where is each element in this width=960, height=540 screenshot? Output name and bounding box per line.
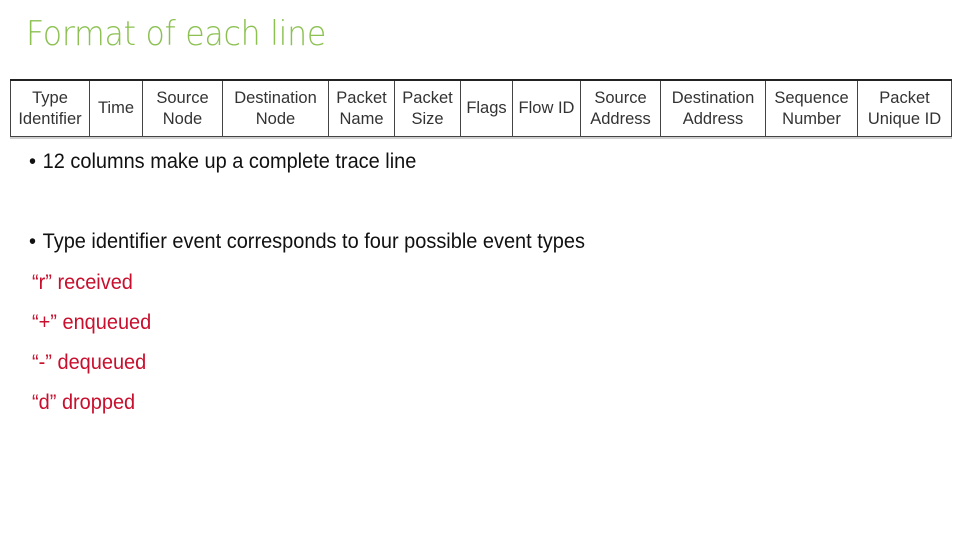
column-source-node: Source Node	[142, 79, 223, 137]
column-type-identifier: Type Identifier	[10, 79, 90, 137]
trace-format-header-row: Type Identifier Time Source Node Destinati…	[10, 79, 952, 137]
column-flow-id: Flow ID	[512, 79, 581, 137]
bullet-icon: •	[29, 230, 36, 253]
bullet-icon: •	[29, 150, 36, 173]
column-packet-size: Packet Size	[394, 79, 461, 137]
column-source-address: Source Address	[580, 79, 661, 137]
trace-format-table: Type Identifier Time Source Node Destinati…	[10, 79, 952, 137]
bullet-text: Type identifier event corresponds to fou…	[42, 230, 585, 253]
event-code: “d”	[32, 391, 57, 414]
event-type-item: “r” received	[32, 266, 151, 306]
event-code: “-”	[32, 351, 52, 374]
column-flags: Flags	[460, 79, 513, 137]
column-destination-address: Destination Address	[660, 79, 766, 137]
event-type-item: “d” dropped	[32, 386, 151, 426]
event-label: dequeued	[57, 351, 147, 374]
event-label: enqueued	[62, 311, 152, 334]
event-code: “r”	[32, 271, 52, 294]
column-destination-node: Destination Node	[222, 79, 329, 137]
column-packet-unique-id: Packet Unique ID	[857, 79, 952, 137]
bullet-item: • Type identifier event corresponds to fo…	[29, 230, 585, 254]
bullet-item: • 12 columns make up a complete trace lin…	[29, 150, 416, 174]
slide-title: Format of each line	[26, 14, 327, 54]
event-type-item: “-” dequeued	[32, 346, 151, 386]
event-code: “+”	[32, 311, 57, 334]
event-label: received	[57, 271, 133, 294]
column-packet-name: Packet Name	[328, 79, 395, 137]
event-type-item: “+” enqueued	[32, 306, 151, 346]
event-type-list: “r” received “+” enqueued “-” dequeued “…	[32, 266, 158, 426]
column-sequence-number: Sequence Number	[765, 79, 858, 137]
bullet-text: 12 columns make up a complete trace line	[42, 150, 417, 173]
event-label: dropped	[61, 391, 136, 414]
column-time: Time	[89, 79, 143, 137]
